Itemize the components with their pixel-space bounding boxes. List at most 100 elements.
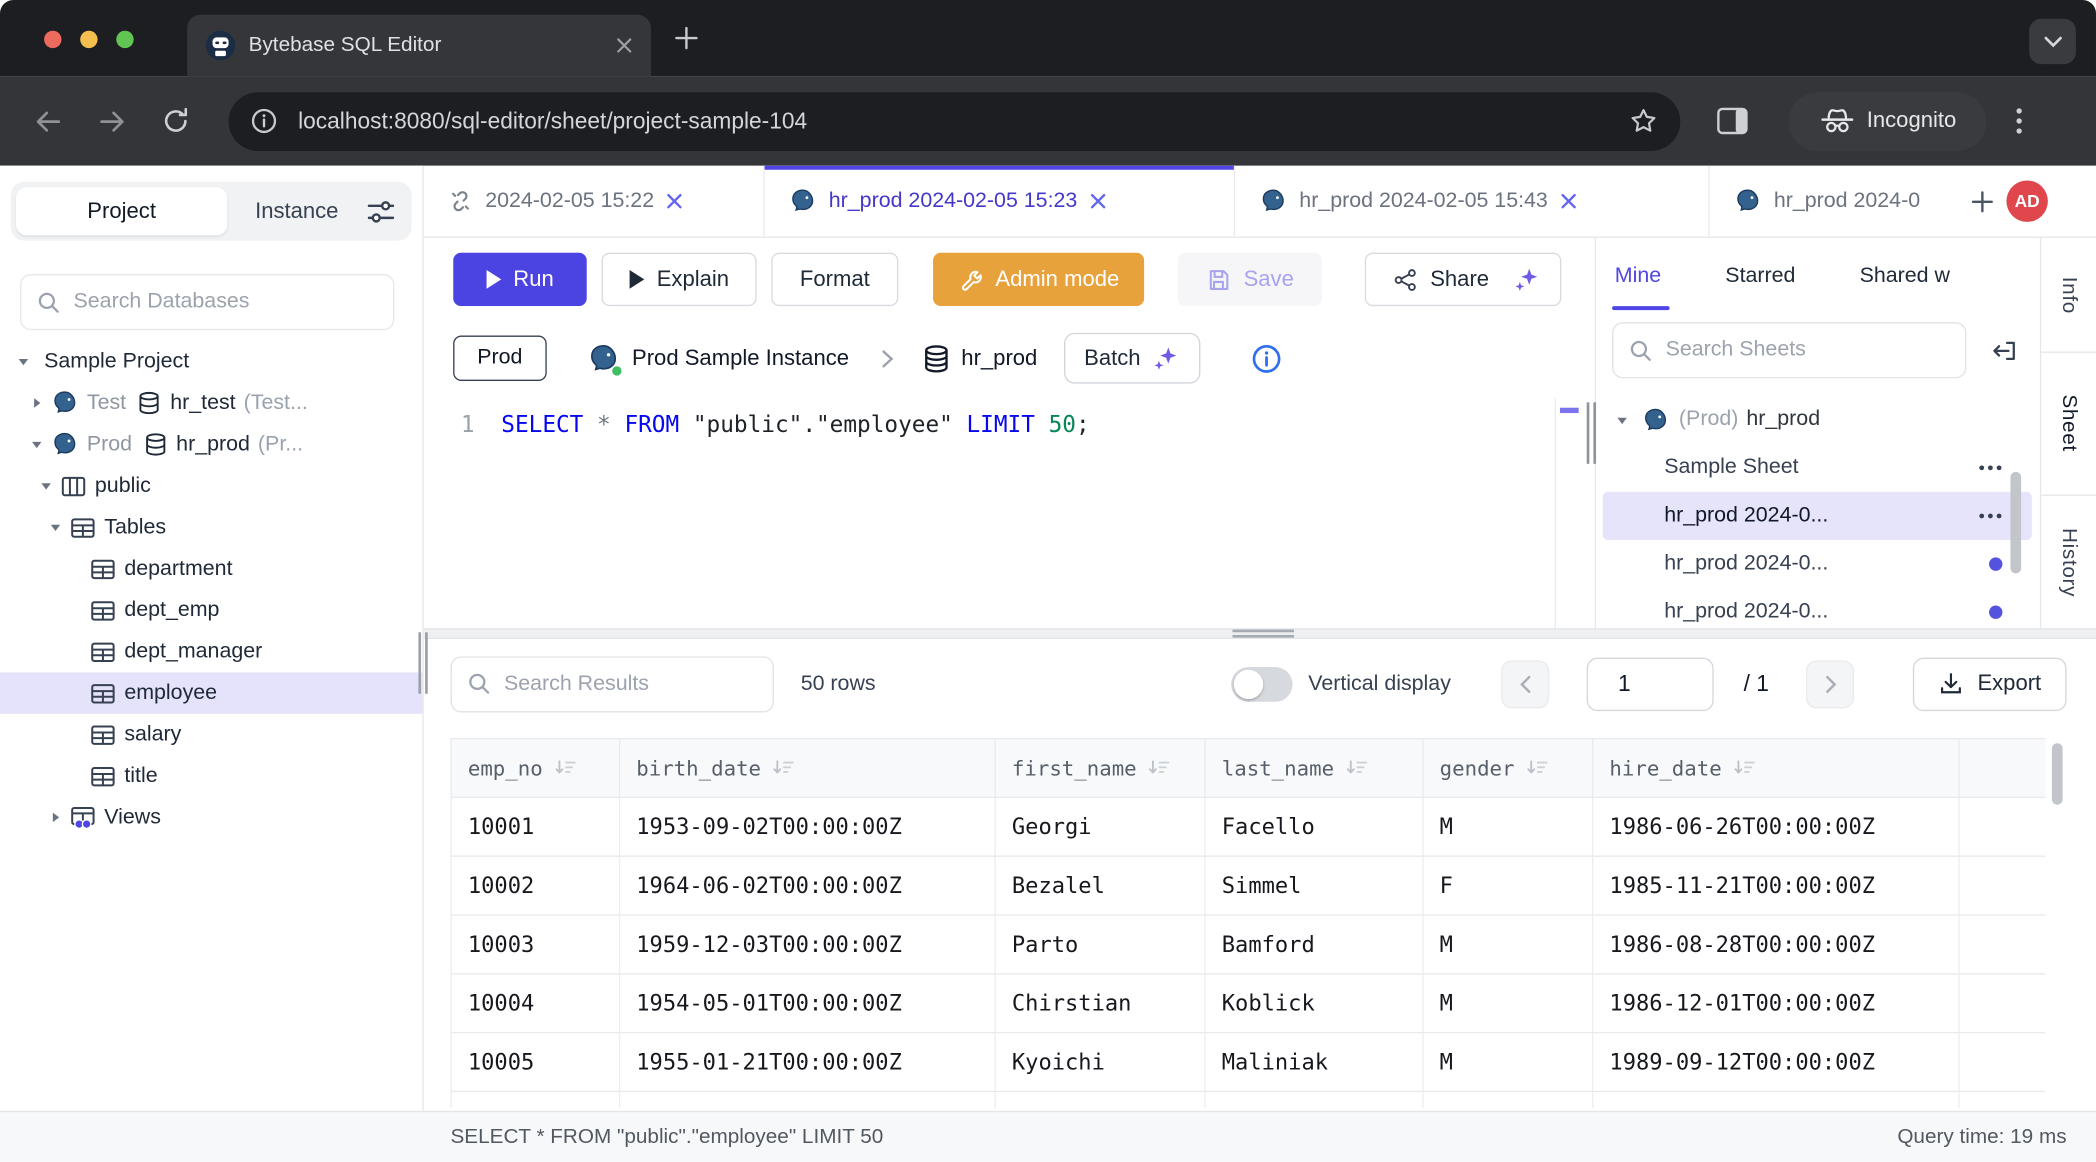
format-button[interactable]: Format xyxy=(772,253,898,306)
sheet-item[interactable]: Sample Sheet xyxy=(1603,444,2032,492)
instance-name[interactable]: Prod Sample Instance xyxy=(632,346,849,371)
window-close-button[interactable] xyxy=(44,31,61,48)
tree-item-tables-group[interactable]: Tables xyxy=(0,507,422,548)
connection-info-icon[interactable] xyxy=(1251,343,1282,374)
database-name[interactable]: hr_prod xyxy=(961,346,1037,371)
caret-right-icon[interactable] xyxy=(45,810,65,825)
sheet-list-scrollbar[interactable] xyxy=(2010,472,2021,574)
database-search[interactable] xyxy=(20,274,394,330)
close-icon[interactable] xyxy=(666,192,683,209)
editor-minimap[interactable] xyxy=(1555,398,1583,628)
panel-resize-handle[interactable] xyxy=(1587,402,1596,463)
column-header[interactable]: emp_no xyxy=(468,756,543,780)
collapse-panel-icon[interactable] xyxy=(1990,336,2018,364)
sql-code-editor[interactable]: 1 SELECT * FROM "public"."employee" LIMI… xyxy=(424,396,1595,629)
rail-tab-sheet[interactable]: Sheet xyxy=(2041,353,2096,496)
sheet-item[interactable]: hr_prod 2024-0... xyxy=(1603,540,2032,588)
results-search-input[interactable] xyxy=(504,672,758,696)
tab-instance[interactable]: Instance xyxy=(227,199,366,224)
tree-item-prod-db[interactable]: Prod hr_prod (Pr... xyxy=(0,424,422,465)
explain-button[interactable]: Explain xyxy=(602,253,757,306)
column-header[interactable]: last_name xyxy=(1222,756,1334,780)
editor-tab-4[interactable]: hr_prod 2024-0 xyxy=(1710,166,1953,237)
tree-item-table-dept-manager[interactable]: dept_manager xyxy=(0,631,422,672)
window-zoom-button[interactable] xyxy=(116,31,133,48)
caret-down-icon[interactable] xyxy=(36,479,56,494)
site-info-icon[interactable] xyxy=(250,107,278,135)
tab-mine[interactable]: Mine xyxy=(1615,238,1661,314)
column-header[interactable]: gender xyxy=(1440,756,1515,780)
next-page-button[interactable] xyxy=(1806,660,1854,708)
editor-tab-unsaved[interactable]: 2024-02-05 15:22 xyxy=(424,166,765,237)
tree-item-project[interactable]: Sample Project xyxy=(0,341,422,382)
url-text[interactable]: localhost:8080/sql-editor/sheet/project-… xyxy=(298,108,1628,135)
sheet-search-input[interactable] xyxy=(1666,338,1951,362)
sort-icon[interactable] xyxy=(1346,759,1367,776)
tree-item-table-salary[interactable]: salary xyxy=(0,714,422,755)
tree-item-test-db[interactable]: Test hr_test (Test... xyxy=(0,382,422,423)
tree-item-table-employee[interactable]: employee xyxy=(0,672,422,713)
sort-icon[interactable] xyxy=(773,759,794,776)
column-header[interactable]: birth_date xyxy=(636,756,761,780)
table-row[interactable]: 100031959-12-03T00:00:00ZPartoBamfordM19… xyxy=(451,915,2045,974)
browser-tab[interactable]: Bytebase SQL Editor xyxy=(187,15,651,76)
caret-down-icon[interactable] xyxy=(1609,412,1633,427)
tab-starred[interactable]: Starred xyxy=(1725,238,1795,314)
sort-icon[interactable] xyxy=(1149,759,1170,776)
rail-tab-history[interactable]: History xyxy=(2041,496,2096,628)
tab-shared-with-me[interactable]: Shared w xyxy=(1860,238,1950,314)
window-minimize-button[interactable] xyxy=(80,31,97,48)
window-controls[interactable] xyxy=(44,31,134,48)
user-avatar[interactable]: AD xyxy=(2006,180,2047,221)
tab-close-icon[interactable] xyxy=(616,37,632,53)
more-menu-icon[interactable] xyxy=(1978,513,2002,520)
prev-page-button[interactable] xyxy=(1502,660,1550,708)
table-row[interactable]: 100041954-05-01T00:00:00ZChirstianKoblic… xyxy=(451,974,2045,1033)
sort-icon[interactable] xyxy=(1527,759,1548,776)
vertical-display-toggle[interactable] xyxy=(1231,666,1292,701)
export-button[interactable]: Export xyxy=(1913,657,2066,710)
sheet-group-header[interactable]: (Prod) hr_prod xyxy=(1596,396,2040,444)
splitter-drag-handle[interactable] xyxy=(1232,630,1293,638)
forward-icon[interactable] xyxy=(96,105,128,137)
environment-chip[interactable]: Prod xyxy=(453,336,546,381)
sort-icon[interactable] xyxy=(1734,759,1755,776)
column-header[interactable]: first_name xyxy=(1012,756,1137,780)
sidebar-resize-handle[interactable] xyxy=(418,632,427,693)
tree-item-schema-public[interactable]: public xyxy=(0,465,422,506)
table-scrollbar[interactable] xyxy=(2052,743,2063,804)
editor-tab-3[interactable]: hr_prod 2024-02-05 15:43 xyxy=(1235,166,1710,237)
sort-icon[interactable] xyxy=(555,759,576,776)
sql-statement[interactable]: SELECT * FROM "public"."employee" LIMIT … xyxy=(501,396,1089,629)
column-header[interactable]: hire_date xyxy=(1609,756,1721,780)
new-tab-icon[interactable] xyxy=(672,24,700,52)
tree-item-table-department[interactable]: department xyxy=(0,548,422,589)
batch-mode-button[interactable]: Batch xyxy=(1064,333,1201,384)
add-sheet-icon[interactable] xyxy=(1969,188,1996,215)
bookmark-star-icon[interactable] xyxy=(1628,106,1659,137)
more-menu-icon[interactable] xyxy=(1978,465,2002,472)
caret-down-icon[interactable] xyxy=(45,520,65,535)
sheet-search[interactable] xyxy=(1612,322,1966,378)
table-row[interactable]: 100011953-09-02T00:00:00ZGeorgiFacelloM1… xyxy=(451,797,2045,856)
editor-tab-active[interactable]: hr_prod 2024-02-05 15:23 xyxy=(765,166,1236,237)
close-icon[interactable] xyxy=(1560,192,1577,209)
tree-item-table-dept-emp[interactable]: dept_emp xyxy=(0,589,422,630)
address-bar[interactable]: localhost:8080/sql-editor/sheet/project-… xyxy=(229,92,1681,151)
caret-down-icon[interactable] xyxy=(13,354,33,369)
tab-project[interactable]: Project xyxy=(16,187,227,235)
save-button[interactable]: Save xyxy=(1178,253,1322,306)
sheet-item[interactable]: hr_prod 2024-0... xyxy=(1603,588,2032,628)
tab-search-chevron-button[interactable] xyxy=(2029,19,2076,64)
tree-item-views-group[interactable]: Views xyxy=(0,797,422,838)
tree-item-table-title[interactable]: title xyxy=(0,755,422,796)
results-splitter[interactable] xyxy=(424,628,2096,639)
admin-mode-button[interactable]: Admin mode xyxy=(933,253,1145,306)
page-number-input[interactable] xyxy=(1587,657,1714,710)
reload-icon[interactable] xyxy=(160,106,191,137)
rail-tab-info[interactable]: Info xyxy=(2041,238,2096,353)
caret-right-icon[interactable] xyxy=(27,396,47,411)
filter-sliders-icon[interactable] xyxy=(366,199,395,224)
back-icon[interactable] xyxy=(32,105,64,137)
database-search-input[interactable] xyxy=(74,290,379,314)
